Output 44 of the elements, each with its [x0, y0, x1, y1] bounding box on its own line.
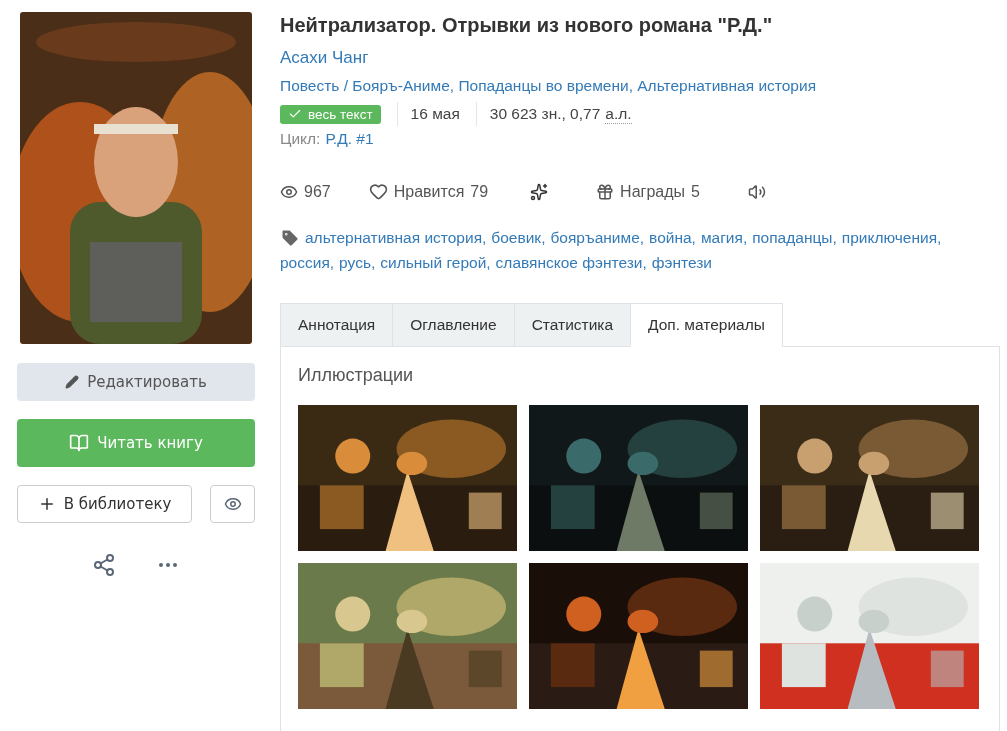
book-title: Нейтрализатор. Отрывки из нового романа "Р.Д.": [280, 13, 774, 38]
edit-button[interactable]: Редактировать: [17, 363, 255, 401]
status-badge: весь текст: [280, 104, 381, 124]
tag-link[interactable]: фэнтези: [651, 250, 712, 275]
section-heading: Иллюстрации: [298, 365, 415, 386]
tag-link[interactable]: славянское фэнтези,: [495, 250, 647, 275]
pencil-icon: [65, 375, 80, 389]
likes-count: 79: [470, 182, 489, 201]
gift-icon[interactable]: [596, 182, 615, 201]
tag-link[interactable]: боевик,: [491, 225, 546, 250]
awards-label: Награды: [620, 182, 686, 201]
speaker-icon[interactable]: [747, 182, 766, 201]
likes-label: Нравится: [393, 182, 465, 201]
tag-link[interactable]: бояръаниме,: [550, 225, 645, 250]
heart-icon[interactable]: [368, 182, 388, 201]
cycle-link[interactable]: Р.Д. #1: [325, 130, 374, 148]
tag-link[interactable]: приключения,: [841, 225, 942, 250]
tag-link[interactable]: русь,: [339, 250, 376, 275]
tab[interactable]: Аннотация: [280, 303, 394, 347]
tag-link[interactable]: война,: [649, 225, 696, 250]
size-text: 30 623 зн., 0,77: [489, 105, 601, 123]
eye-button[interactable]: [210, 485, 255, 523]
awards-count: 5: [691, 182, 700, 201]
tab[interactable]: Оглавление: [392, 303, 515, 347]
tag-link[interactable]: альтернативная история,: [305, 225, 487, 250]
share-icon[interactable]: [92, 553, 116, 577]
tab[interactable]: Доп. материалы: [630, 303, 783, 347]
tag-link[interactable]: сильный герой,: [380, 250, 491, 275]
tab[interactable]: Статистика: [513, 303, 632, 347]
tag-link[interactable]: россия,: [280, 250, 335, 275]
author-link[interactable]: Асахи Чанг: [280, 48, 369, 68]
cycle-label: Цикл:: [280, 130, 321, 148]
size-unit: а.л.: [605, 104, 632, 124]
tag-icon: [280, 227, 300, 248]
book-icon: [69, 433, 90, 453]
eye-icon: [223, 495, 242, 513]
add-to-library-button[interactable]: В библиотеку: [17, 485, 192, 523]
views-count: 967: [304, 182, 331, 201]
genre-link[interactable]: Повесть / Бояръ-Аниме, Попаданцы во времени, Альтернативная история: [280, 77, 1000, 95]
date-text: 16 мая: [410, 105, 460, 123]
read-button[interactable]: Читать книгу: [17, 419, 255, 467]
tag-link[interactable]: магия,: [700, 225, 748, 250]
tag-link[interactable]: попаданцы,: [752, 225, 837, 250]
sparkles-icon[interactable]: [530, 182, 549, 201]
